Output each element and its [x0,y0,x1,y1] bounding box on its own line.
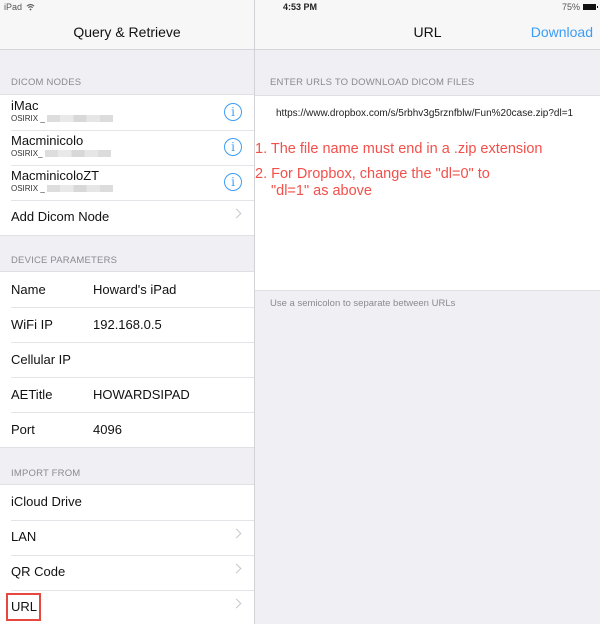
device-parameters-group: Name Howard's iPad WiFi IP 192.168.0.5 C… [0,271,254,448]
dicom-nodes-header: DICOM NODES [11,77,82,88]
import-item-label: QR Code [11,564,66,579]
info-icon[interactable]: i [224,173,242,191]
dicom-node-subtitle: OSIRIX_ [11,149,111,158]
dicom-node-name: iMac [11,98,39,113]
right-navbar: URL Download [255,16,600,50]
param-row-port[interactable]: Port 4096 [0,412,254,447]
annotation-note-2-line-1: 2. For Dropbox, change the "dl=0" to [255,166,490,182]
param-row-cellular-ip[interactable]: Cellular IP [0,342,254,377]
import-item-lan[interactable]: LAN [0,520,254,555]
dicom-node-row[interactable]: Macminicolo OSIRIX_ i [0,130,254,165]
device-parameters-header: DEVICE PARAMETERS [11,255,118,266]
url-section-header: ENTER URLS TO DOWNLOAD DICOM FILES [270,77,475,88]
import-from-header: IMPORT FROM [11,468,81,479]
param-value[interactable]: Howard's iPad [93,282,176,297]
left-navbar: Query & Retrieve [0,16,254,50]
import-item-url[interactable]: URL [0,590,254,624]
dicom-node-subtitle: OSIRIX _ [11,184,113,193]
param-row-aetitle[interactable]: AETitle HOWARDSIPAD [0,377,254,412]
import-item-icloud-drive[interactable]: iCloud Drive [0,485,254,520]
url-footer-hint: Use a semicolon to separate between URLs [270,298,456,309]
battery-icon [583,4,598,10]
dicom-node-row[interactable]: iMac OSIRIX _ i [0,95,254,130]
annotation-note-1: 1. The file name must end in a .zip exte… [255,141,543,157]
annotation-note-2: 2. For Dropbox, change the "dl=0" to "dl… [255,166,490,200]
status-time: 4:53 PM [282,2,317,12]
redacted-text [44,150,111,157]
dicom-node-aetitle: OSIRIX_ [11,149,43,158]
dicom-nodes-group: iMac OSIRIX _ i Macminicolo OSIRIX_ i Ma… [0,94,254,236]
annotation-note-2-line-2: "dl=1" as above [271,183,372,199]
import-item-label: iCloud Drive [11,494,82,509]
param-key: AETitle [11,387,53,402]
url-input[interactable]: https://www.dropbox.com/s/5rbhv3g5rznfbl… [276,107,576,120]
dicom-node-aetitle: OSIRIX _ [11,114,45,123]
info-icon[interactable]: i [224,138,242,156]
info-icon[interactable]: i [224,103,242,121]
chevron-right-icon [231,528,242,539]
param-key: Name [11,282,46,297]
redacted-text [46,185,113,192]
param-key: WiFi IP [11,317,53,332]
import-item-qr-code[interactable]: QR Code [0,555,254,590]
download-button[interactable]: Download [531,24,593,40]
chevron-right-icon [231,598,242,609]
param-key: Cellular IP [11,352,71,367]
dicom-node-subtitle: OSIRIX _ [11,114,113,123]
highlight-box [6,593,41,621]
status-right: 75% [561,2,598,12]
import-from-group: iCloud Drive LAN QR Code URL [0,484,254,624]
split-divider [254,0,255,624]
battery-percent: 75% [561,2,580,12]
dicom-node-row[interactable]: MacminicoloZT OSIRIX _ i [0,165,254,200]
add-dicom-node-row[interactable]: Add Dicom Node [0,200,254,235]
chevron-right-icon [231,563,242,574]
param-value[interactable]: HOWARDSIPAD [93,387,190,402]
status-bar: iPad 4:53 PM 75% [0,0,600,16]
dicom-node-aetitle: OSIRIX _ [11,184,45,193]
param-value[interactable]: 4096 [93,422,122,437]
param-key: Port [11,422,35,437]
param-value[interactable]: 192.168.0.5 [93,317,162,332]
chevron-right-icon [231,208,242,219]
dicom-node-name: Macminicolo [11,133,84,148]
dicom-node-name: MacminicoloZT [11,168,100,183]
param-row-name[interactable]: Name Howard's iPad [0,272,254,307]
left-nav-title: Query & Retrieve [73,24,181,40]
redacted-text [46,115,113,122]
add-dicom-node-label: Add Dicom Node [11,209,110,224]
import-item-label: LAN [11,529,37,544]
param-row-wifi-ip[interactable]: WiFi IP 192.168.0.5 [0,307,254,342]
